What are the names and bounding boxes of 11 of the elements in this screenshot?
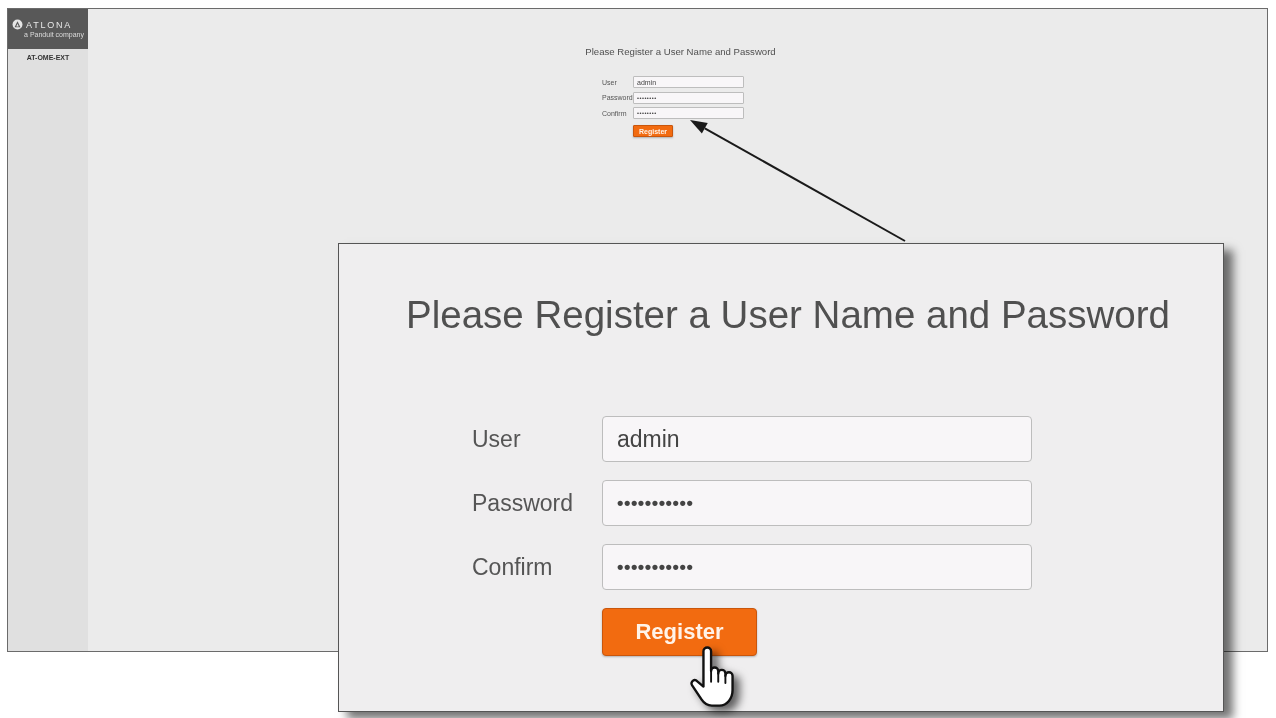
page-title: Please Register a User Name and Password (405, 292, 1170, 338)
field-label: User (472, 425, 522, 453)
password-field[interactable]: ••••••••••• (602, 544, 1032, 590)
logo-wordmark: ATLONA (26, 19, 73, 30)
password-field[interactable]: ••••••••••• (602, 480, 1032, 526)
input-field[interactable]: admin (602, 416, 1032, 462)
field-label: Password (472, 489, 574, 517)
hand-pointer-icon (689, 646, 737, 708)
logo-emblem-icon (12, 19, 23, 30)
page-title: Please Register a User Name and Password (584, 46, 776, 58)
field-label: Confirm (472, 553, 554, 581)
